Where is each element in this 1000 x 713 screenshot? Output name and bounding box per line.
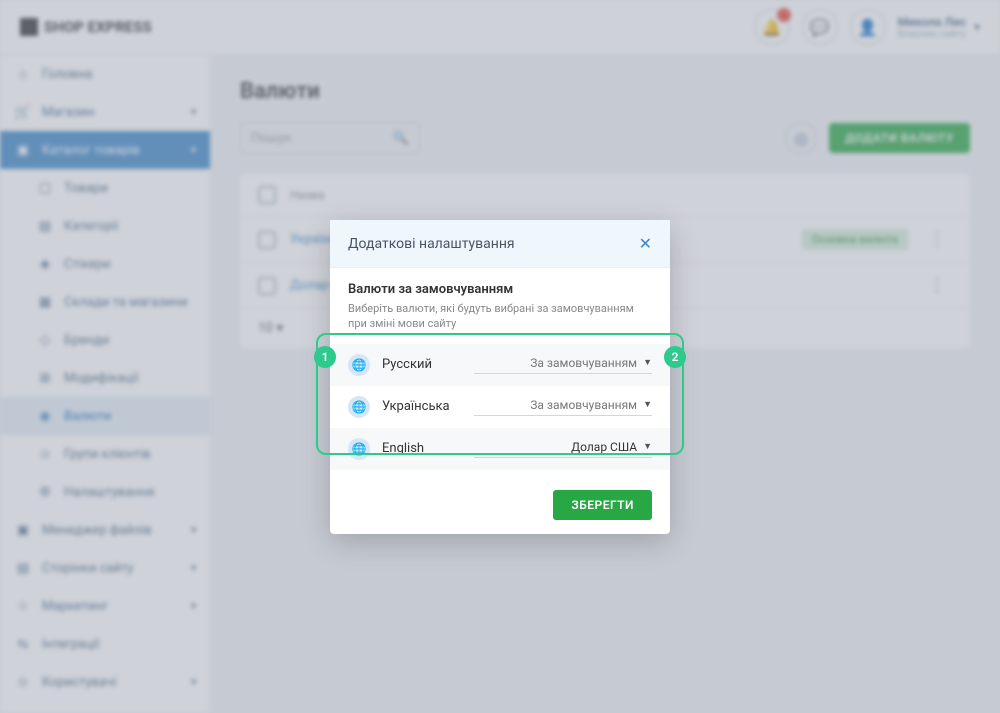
lang-label: Українська bbox=[382, 399, 462, 414]
modal-title: Додаткові налаштування bbox=[348, 236, 515, 252]
chevron-down-icon: ▼ bbox=[643, 399, 652, 410]
globe-icon: 🌐 bbox=[348, 396, 370, 418]
select-value: За замовчуванням bbox=[530, 398, 637, 412]
modal-overlay: Додаткові налаштування ✕ Валюти за замов… bbox=[0, 0, 1000, 713]
section-description: Виберіть валюти, які будуть вибрані за з… bbox=[348, 301, 652, 332]
settings-modal: Додаткові налаштування ✕ Валюти за замов… bbox=[330, 220, 670, 534]
chevron-down-icon: ▼ bbox=[643, 357, 652, 368]
currency-select-russian[interactable]: За замовчуванням ▼ bbox=[474, 356, 652, 374]
chevron-down-icon: ▼ bbox=[643, 441, 652, 452]
currency-select-english[interactable]: Долар США ▼ bbox=[474, 440, 652, 458]
globe-icon: 🌐 bbox=[348, 354, 370, 376]
modal-body: Валюти за замовчуванням Виберіть валюти,… bbox=[330, 268, 670, 476]
callout-1: 1 bbox=[314, 346, 336, 368]
close-button[interactable]: ✕ bbox=[639, 234, 652, 253]
select-value: Долар США bbox=[571, 440, 637, 454]
save-button[interactable]: ЗБЕРЕГТИ bbox=[553, 490, 652, 520]
modal-footer: ЗБЕРЕГТИ bbox=[330, 476, 670, 534]
lang-row-ukrainian: 🌐 Українська За замовчуванням ▼ bbox=[330, 386, 670, 428]
globe-icon: 🌐 bbox=[348, 438, 370, 460]
language-currency-list: 🌐 Русский За замовчуванням ▼ 🌐 Українськ… bbox=[330, 344, 670, 470]
lang-label: English bbox=[382, 441, 462, 456]
lang-label: Русский bbox=[382, 357, 462, 372]
currency-select-ukrainian[interactable]: За замовчуванням ▼ bbox=[474, 398, 652, 416]
callout-2: 2 bbox=[664, 346, 686, 368]
section-title: Валюти за замовчуванням bbox=[348, 282, 652, 297]
lang-row-russian: 🌐 Русский За замовчуванням ▼ bbox=[330, 344, 670, 386]
modal-header: Додаткові налаштування ✕ bbox=[330, 220, 670, 268]
select-value: За замовчуванням bbox=[530, 356, 637, 370]
lang-row-english: 🌐 English Долар США ▼ bbox=[330, 428, 670, 470]
